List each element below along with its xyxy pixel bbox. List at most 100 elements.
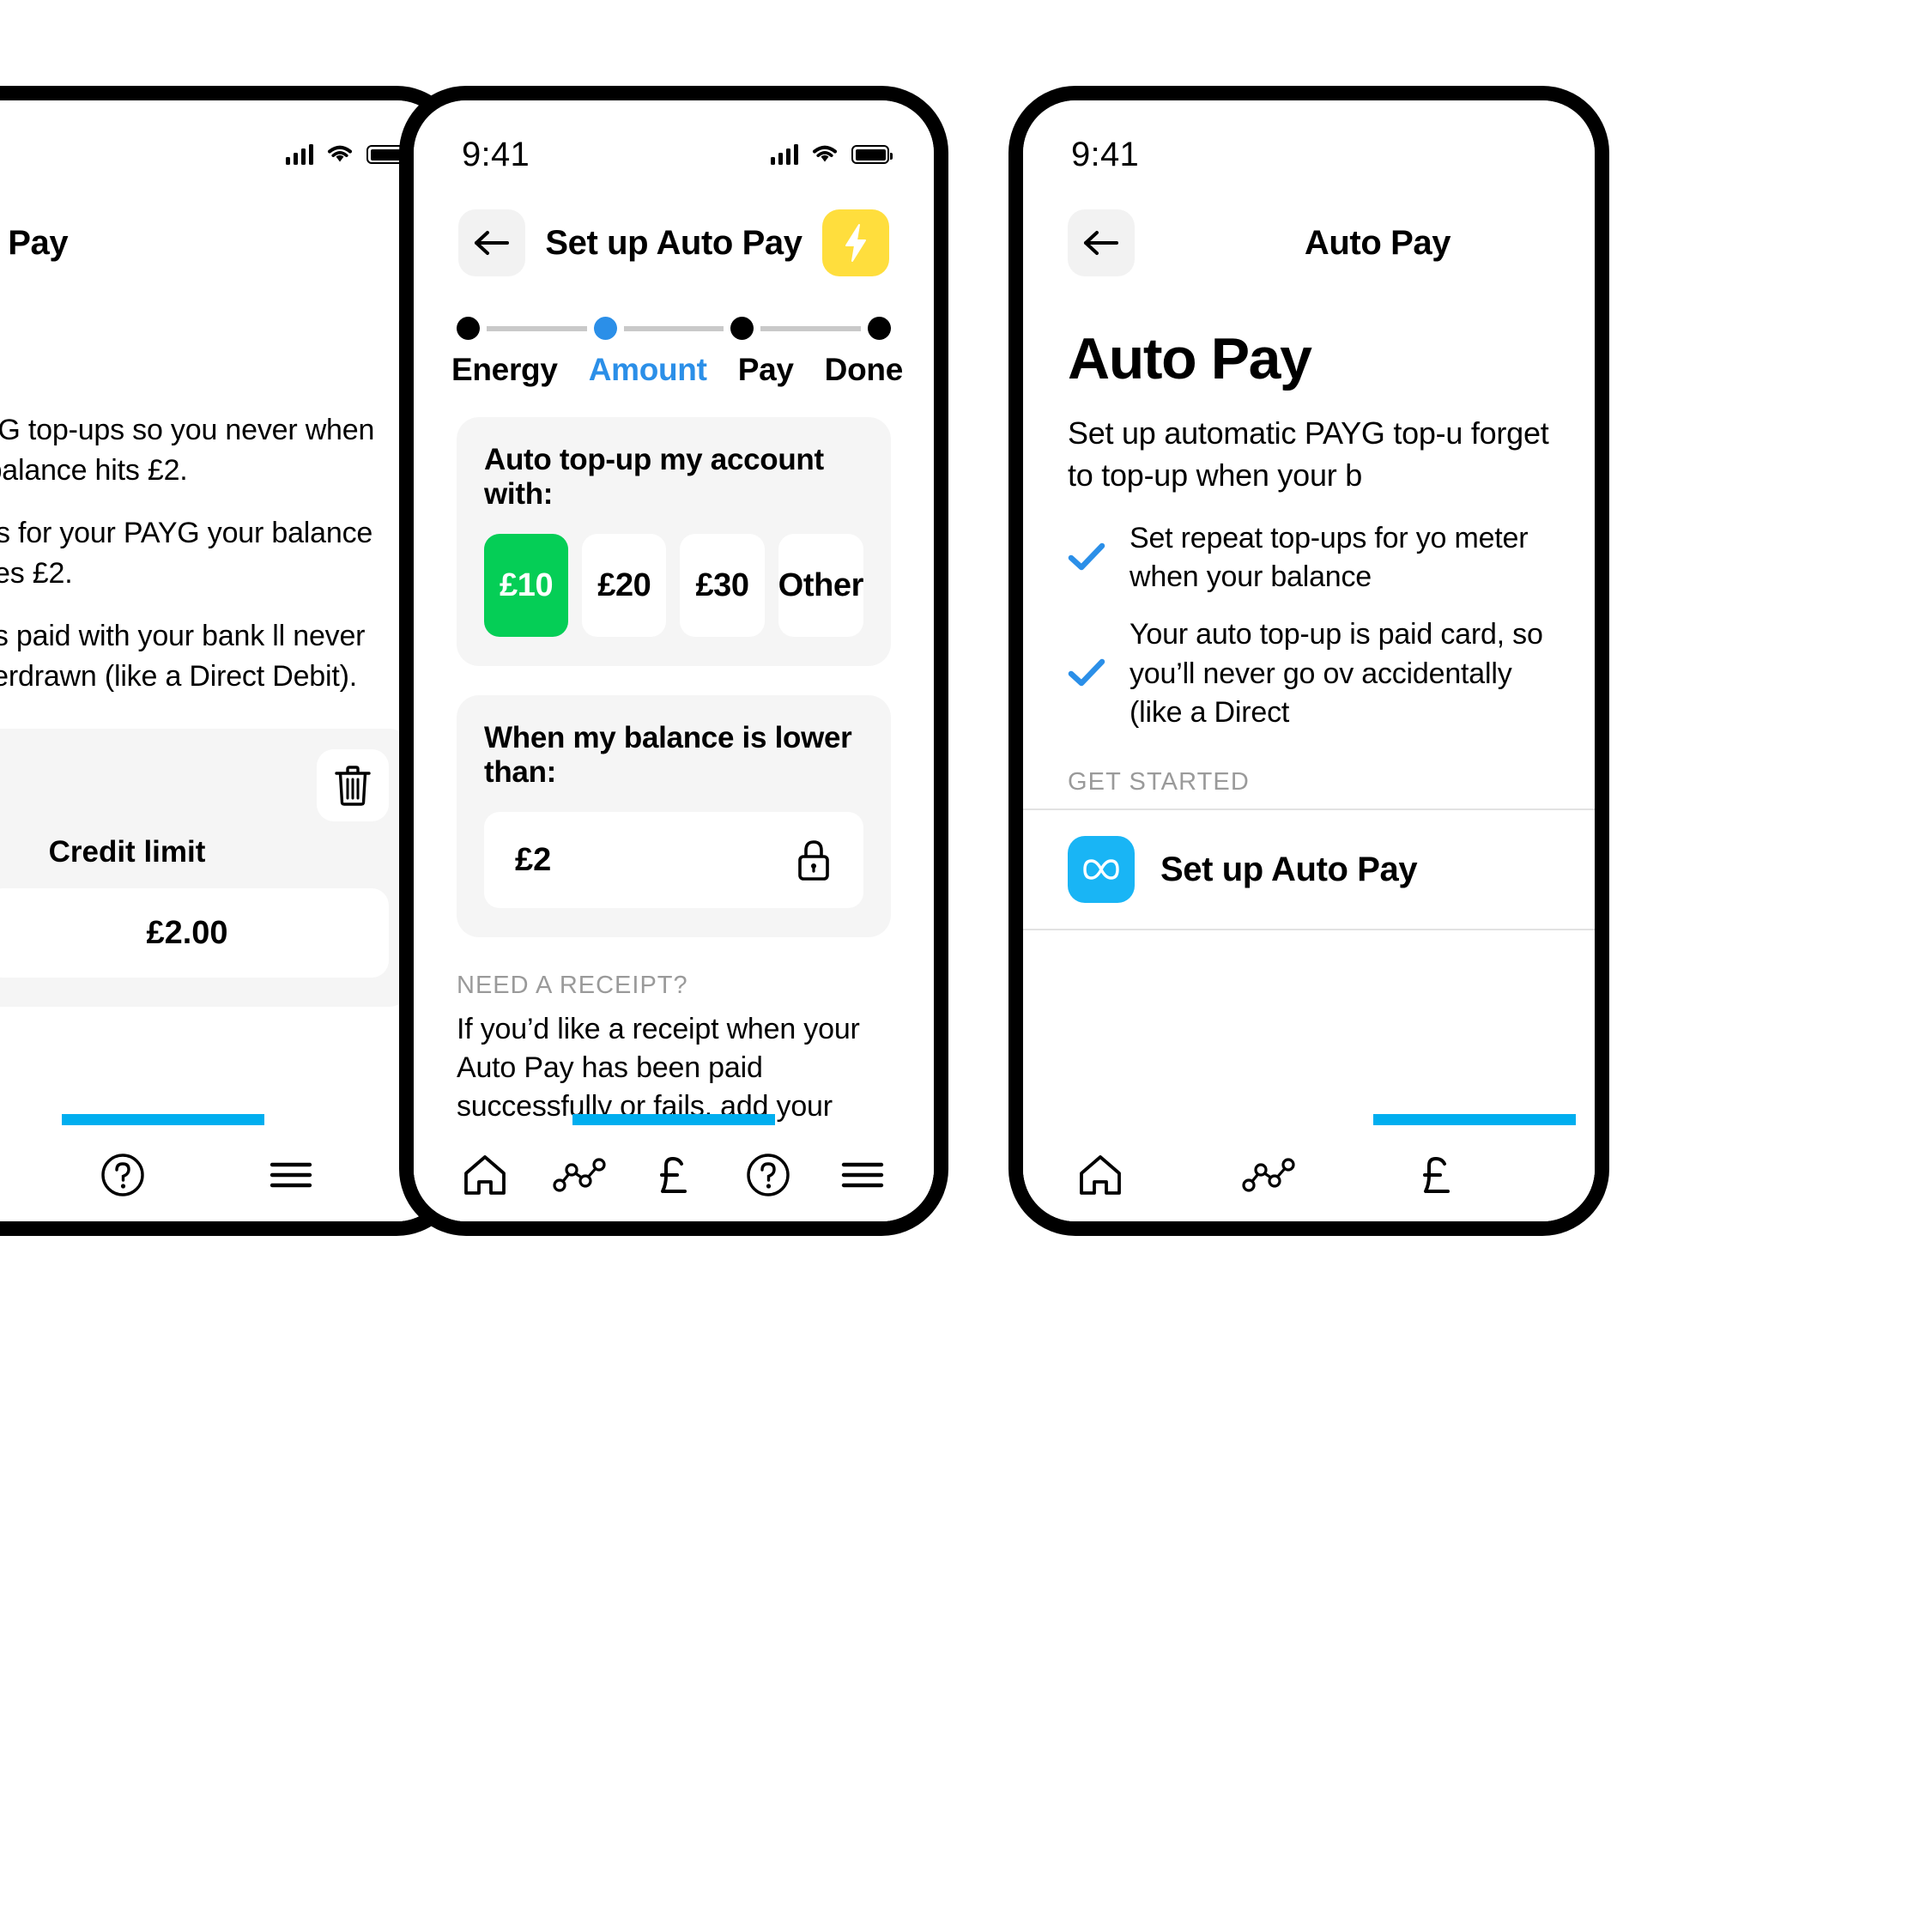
left-tab-bar [0, 1129, 449, 1221]
right-status-bar: 9:41 [1023, 100, 1595, 183]
tab-pound[interactable] [638, 1139, 710, 1211]
credit-limit-label: Credit limit [48, 835, 206, 869]
tab-menu[interactable] [827, 1139, 899, 1211]
tab-menu[interactable] [255, 1139, 327, 1211]
line-chart-icon [553, 1157, 606, 1193]
balance-card-title: When my balance is lower than: [484, 721, 852, 789]
left-home-indicator [0, 1114, 449, 1125]
hamburger-menu-icon [839, 1156, 886, 1194]
left-status-bar [0, 100, 449, 183]
battery-icon [851, 145, 893, 164]
step-dot-energy[interactable] [457, 317, 480, 340]
list-divider-bottom [1023, 929, 1595, 930]
credit-limit-fields: £2.00 [0, 888, 389, 978]
receipt-kicker: NEED A RECEIPT? [457, 972, 688, 999]
credit-limit-card: Credit limit £2.00 [0, 729, 411, 1008]
left-app-bar: Auto Pay [0, 183, 449, 286]
left-screen: Auto Pay ’ c PAYG top-ups so you never w… [0, 100, 449, 1221]
status-icons [770, 144, 893, 165]
right-screen: 9:41 Auto Pay Auto Pay Set up automatic … [1023, 100, 1595, 1221]
wifi-icon [812, 145, 838, 164]
amount-option-10[interactable]: £10 [484, 534, 569, 637]
benefits-list: Set repeat top-ups for yo meter when you… [1023, 497, 1595, 732]
phone-right: 9:41 Auto Pay Auto Pay Set up automatic … [1008, 86, 1609, 1236]
right-home-indicator [1023, 1114, 1595, 1125]
wifi-icon [327, 145, 353, 164]
delete-button[interactable] [317, 749, 389, 822]
tab-home[interactable] [1064, 1139, 1136, 1211]
left-paragraph-1: c PAYG top-ups so you never when your ba… [0, 414, 375, 487]
trash-icon [333, 764, 372, 807]
left-page-title: Auto Pay [0, 223, 69, 262]
step-label-energy: Energy [451, 352, 558, 387]
balance-threshold-value: £2 [515, 841, 552, 878]
balance-threshold-input[interactable]: £2 [484, 812, 863, 908]
center-home-indicator [414, 1114, 934, 1125]
right-heading: Auto Pay [1068, 326, 1312, 391]
quick-action-button[interactable] [822, 209, 889, 276]
center-app-bar: Set up Auto Pay [414, 183, 934, 286]
list-item-label: Set repeat top-ups for yo meter when you… [1130, 521, 1529, 594]
step-dots [457, 317, 892, 340]
step-indicator: Energy Amount Pay Done [414, 286, 934, 388]
line-chart-icon [1242, 1157, 1295, 1193]
center-status-bar: 9:41 [414, 100, 934, 183]
step-line-1 [487, 325, 587, 331]
topup-amount-options: £10 £20 £30 Other [484, 534, 863, 637]
step-label-amount: Amount [588, 352, 707, 387]
blue-check-icon [1068, 657, 1105, 690]
step-dot-done[interactable] [868, 317, 892, 340]
cellular-signal-icon [285, 144, 313, 165]
left-paragraph-3: p-up is paid with your bank ll never go … [0, 619, 366, 693]
screenshot-canvas: Auto Pay ’ c PAYG top-ups so you never w… [0, 0, 1932, 1932]
pound-icon [1414, 1152, 1460, 1198]
balance-threshold-card: When my balance is lower than: £2 [457, 695, 891, 937]
tab-usage[interactable] [543, 1139, 615, 1211]
tab-home[interactable] [449, 1139, 521, 1211]
tab-pound[interactable] [1401, 1139, 1473, 1211]
question-circle-icon [745, 1152, 791, 1198]
credit-limit-value[interactable]: £2.00 [0, 888, 389, 978]
tab-help[interactable] [732, 1139, 804, 1211]
topup-amount-card: Auto top-up my account with: £10 £20 £30… [457, 417, 891, 666]
step-label-pay: Pay [737, 352, 794, 387]
status-icons [285, 144, 408, 165]
left-body: ’ c PAYG top-ups so you never when your … [0, 286, 449, 696]
amount-option-30[interactable]: £30 [680, 534, 765, 637]
pound-icon [651, 1152, 697, 1198]
right-tab-bar [1023, 1129, 1595, 1221]
step-line-2 [623, 325, 724, 331]
question-circle-icon [100, 1152, 146, 1198]
step-labels: Energy Amount Pay Done [451, 352, 903, 388]
lock-icon [795, 838, 833, 882]
back-arrow-icon [1082, 228, 1120, 257]
home-icon [461, 1153, 509, 1197]
step-label-done: Done [824, 352, 904, 387]
back-button[interactable] [1068, 209, 1135, 276]
step-dot-amount[interactable] [593, 317, 617, 340]
phone-center: 9:41 Set up Auto Pay Energy Amount Pay D… [399, 86, 948, 1236]
back-arrow-icon [473, 228, 511, 257]
list-item: Your auto top-up is paid card, so you’ll… [1068, 615, 1550, 732]
amount-option-other[interactable]: Other [778, 534, 863, 637]
tab-usage[interactable] [1232, 1139, 1305, 1211]
tab-help[interactable] [87, 1139, 159, 1211]
amount-option-20[interactable]: £20 [582, 534, 667, 637]
cellular-signal-icon [770, 144, 798, 165]
set-up-auto-pay-row[interactable]: Set up Auto Pay [1023, 810, 1595, 929]
get-started-kicker: GET STARTED [1068, 768, 1250, 796]
step-dot-pay[interactable] [730, 317, 754, 340]
infinity-icon [1068, 836, 1135, 903]
status-time: 9:41 [462, 135, 530, 173]
hamburger-menu-icon [268, 1156, 314, 1194]
step-line-3 [760, 325, 862, 331]
center-tab-bar [414, 1129, 934, 1221]
right-intro-text: Set up automatic PAYG top-u forget to to… [1068, 415, 1549, 493]
home-icon [1076, 1153, 1124, 1197]
lightning-bolt-icon [843, 223, 869, 263]
left-paragraph-2: op-ups for your PAYG your balance reache… [0, 516, 373, 590]
list-item-label: Your auto top-up is paid card, so you’ll… [1130, 618, 1543, 729]
back-button[interactable] [458, 209, 525, 276]
list-item: Set repeat top-ups for yo meter when you… [1068, 519, 1550, 597]
right-app-bar: Auto Pay [1023, 183, 1595, 286]
